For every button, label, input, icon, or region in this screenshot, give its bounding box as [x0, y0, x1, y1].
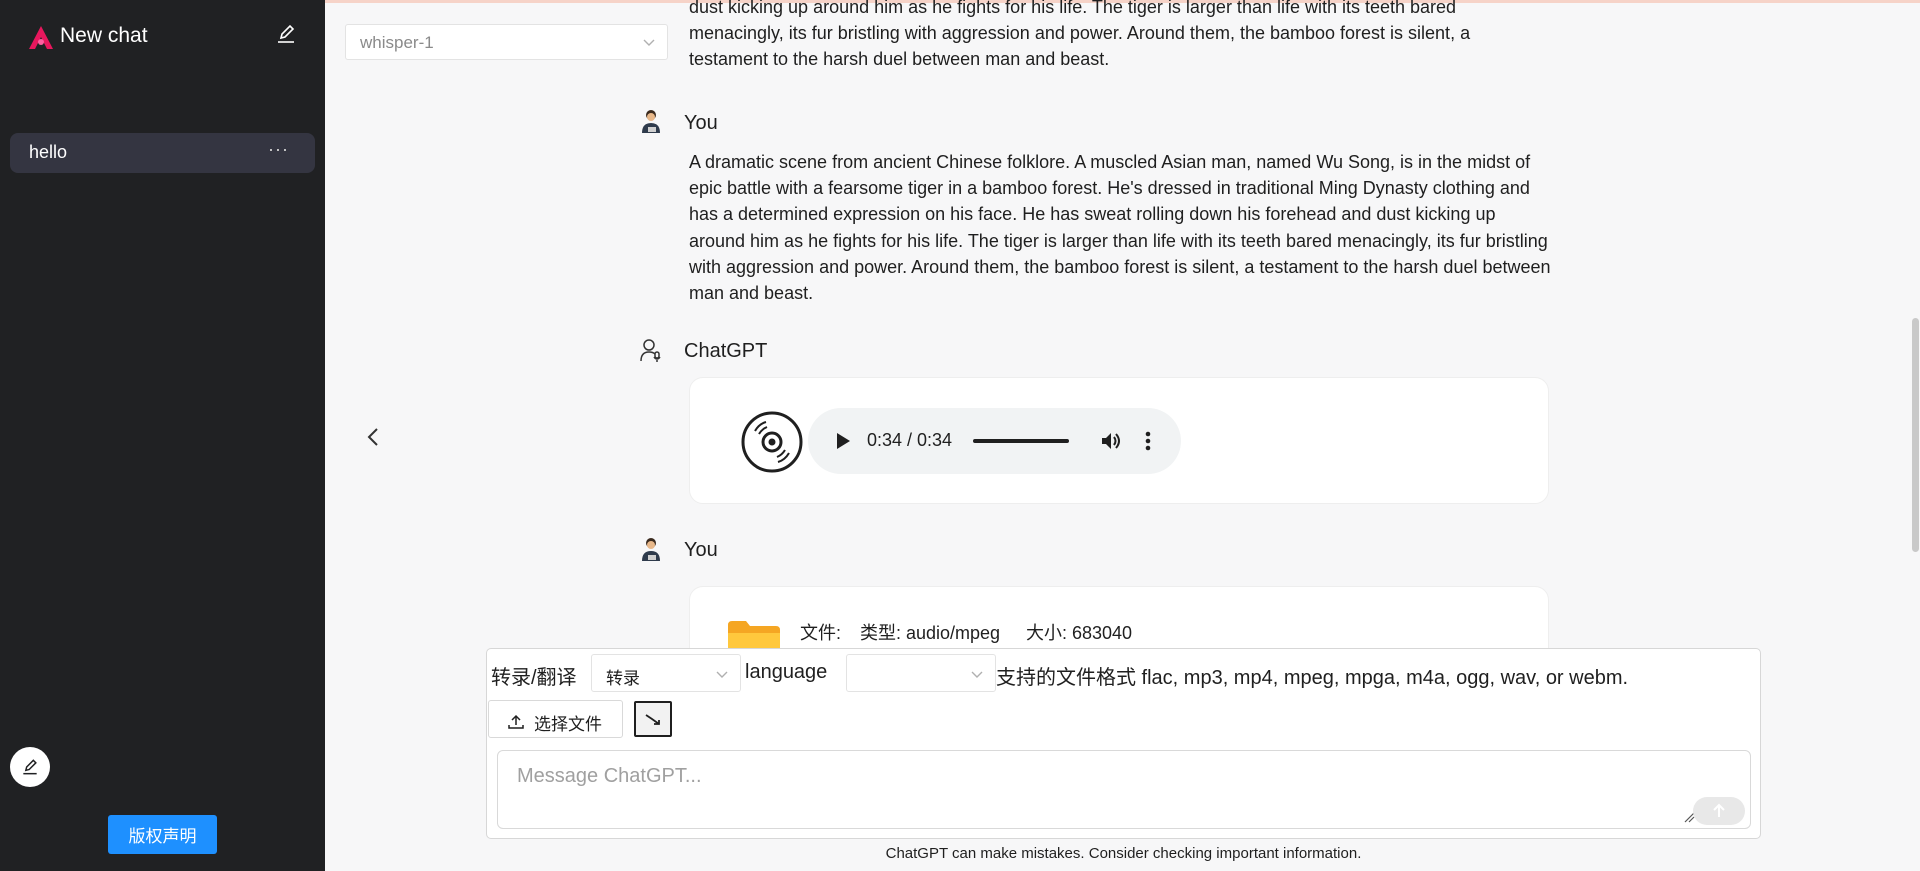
edit-icon	[23, 759, 37, 775]
audio-time: 0:34 / 0:34	[867, 430, 953, 450]
file-label: 文件:	[800, 623, 842, 643]
chat-item-more-icon[interactable]: ···	[268, 139, 289, 160]
app-logo-icon	[29, 26, 53, 49]
upload-icon	[508, 714, 524, 729]
audio-player[interactable]: 0:34 / 0:34	[808, 408, 1181, 474]
audio-message-card: 0:34 / 0:34	[689, 377, 1549, 504]
message-author: ChatGPT	[684, 340, 768, 362]
new-chat-edit-icon[interactable]	[274, 22, 298, 46]
vinyl-disc-icon	[741, 411, 803, 473]
file-size: 大小: 683040	[1026, 623, 1133, 643]
assistant-message-text: dust kicking up around him as he fights …	[689, 0, 1471, 70]
composer-panel: 转录/翻译 转录 language 支持的文件格式 flac, mp3, mp4…	[486, 648, 1761, 839]
audio-progress-slider[interactable]	[973, 439, 1069, 443]
more-vertical-icon[interactable]	[1144, 430, 1152, 452]
chevron-down-icon	[971, 671, 983, 678]
arrow-up-icon	[1713, 803, 1725, 817]
message-input[interactable]	[497, 750, 1751, 829]
copyright-button[interactable]: 版权声明	[108, 815, 217, 854]
scrollbar-thumb[interactable]	[1912, 318, 1919, 552]
language-select[interactable]	[846, 654, 996, 692]
user-avatar-icon	[642, 538, 660, 561]
assistant-avatar-icon	[640, 339, 661, 362]
choose-file-button[interactable]: 选择文件	[488, 700, 623, 738]
new-chat-title: New chat	[60, 24, 148, 47]
mode-label: 转录/翻译	[491, 667, 577, 689]
chevron-down-icon	[643, 39, 655, 46]
chevron-left-icon[interactable]	[363, 425, 383, 449]
compose-button[interactable]	[10, 747, 50, 787]
volume-icon[interactable]	[1100, 430, 1122, 452]
arrow-down-right-icon	[645, 714, 660, 725]
send-button[interactable]	[1693, 797, 1745, 825]
message-author: You	[684, 539, 718, 561]
user-message-text: A dramatic scene from ancient Chinese fo…	[689, 152, 1551, 304]
chat-list-item[interactable]: hello ···	[10, 133, 315, 173]
collapse-toggle-button[interactable]	[634, 701, 672, 737]
message-author: You	[684, 112, 718, 134]
language-label: language	[745, 661, 828, 683]
model-select[interactable]: whisper-1	[345, 24, 668, 60]
choose-file-label: 选择文件	[534, 715, 602, 734]
model-select-value: whisper-1	[360, 33, 434, 52]
mode-select[interactable]: 转录	[591, 654, 741, 692]
sidebar: New chat hello ··· 版权声明	[0, 0, 325, 871]
user-avatar-icon	[642, 110, 660, 133]
chevron-down-icon	[716, 671, 728, 678]
supported-formats-text: 支持的文件格式 flac, mp3, mp4, mpeg, mpga, m4a,…	[996, 667, 1629, 689]
disclaimer-text: ChatGPT can make mistakes. Consider chec…	[885, 845, 1362, 862]
chat-item-title: hello	[29, 142, 68, 162]
play-icon[interactable]	[833, 430, 853, 452]
mode-select-value: 转录	[606, 669, 640, 688]
file-type: 类型: audio/mpeg	[860, 623, 1001, 643]
